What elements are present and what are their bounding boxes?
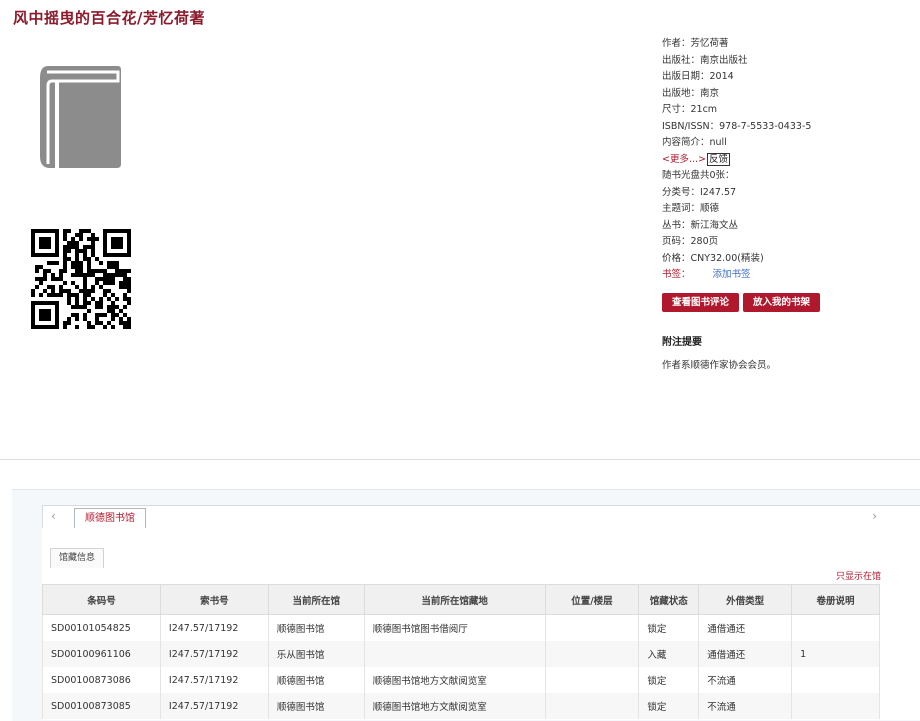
table-cell: 锁定 xyxy=(638,693,700,719)
table-cell: 通借通还 xyxy=(698,614,793,641)
table-cell xyxy=(544,641,640,667)
column-header: 馆藏状态 xyxy=(638,584,700,615)
isbn-field: ISBN/ISSN：978-7-5533-0433-5 xyxy=(662,120,812,132)
pages-field: 页码：280页 xyxy=(662,236,719,247)
bookmark-row: 书签： 添加书签 xyxy=(662,267,912,284)
pub-place-field: 出版地：南京 xyxy=(662,87,720,99)
table-cell: 顺德图书馆地方文献阅览室 xyxy=(363,693,546,719)
series-field: 丛书：新江海文丛 xyxy=(662,219,739,231)
table-cell xyxy=(791,667,880,693)
subject-field: 主题词：顺德 xyxy=(662,203,720,214)
table-cell: 1 xyxy=(791,641,880,667)
qr-code-icon xyxy=(31,229,131,329)
table-cell: 乐从图书馆 xyxy=(267,641,365,667)
table-cell xyxy=(363,641,546,667)
book-icon xyxy=(40,66,121,168)
table-cell: 顺德图书馆 xyxy=(267,614,365,641)
price-field: 价格：CNY32.00(精装) xyxy=(662,252,764,264)
table-cell: 不流通 xyxy=(698,693,793,719)
table-cell: SD00100873086 xyxy=(42,667,161,693)
table-cell: SD00100961106 xyxy=(42,641,161,667)
feedback-button[interactable]: 反馈 xyxy=(706,152,730,166)
column-header: 条码号 xyxy=(42,584,161,615)
table-cell: 入藏 xyxy=(638,641,700,667)
class-no-field: 分类号：I247.57 xyxy=(662,186,737,198)
table-cell: 顺德图书馆 xyxy=(267,667,365,693)
column-header: 索书号 xyxy=(159,584,269,615)
column-header: 卷册说明 xyxy=(791,584,880,615)
table-cell: 不流通 xyxy=(698,667,793,693)
table-cell: 顺德图书馆 xyxy=(267,693,365,719)
table-row: SD00100961106 I247.57/17192 乐从图书馆 入藏 通借通还 1 xyxy=(42,641,880,667)
holdings-table: 条码号 索书号 当前所在馆 当前所在馆藏地 位置/楼层 馆藏状态 外借类型 卷册说明 SD00… xyxy=(42,584,880,719)
library-tab-bar: ‹ 顺德图书馆 › xyxy=(42,505,920,529)
table-cell xyxy=(791,693,880,719)
table-cell: SD00100873085 xyxy=(42,693,161,719)
add-to-shelf-button[interactable]: 放入我的书架 xyxy=(743,293,821,312)
view-reviews-button[interactable]: 查看图书评论 xyxy=(662,293,740,312)
table-cell: SD00101054825 xyxy=(42,614,161,641)
publisher-field: 出版社：南京出版社 xyxy=(662,54,748,66)
table-cell: 通借通还 xyxy=(698,641,793,667)
notes-text: 作者系顺德作家协会会员。 xyxy=(662,360,777,371)
table-cell xyxy=(791,614,880,641)
column-header: 外借类型 xyxy=(698,584,793,615)
pub-date-field: 出版日期：2014 xyxy=(662,71,734,82)
table-cell xyxy=(544,614,640,641)
cd-field: 随书光盘共0张： xyxy=(662,170,735,181)
table-cell: I247.57/17192 xyxy=(159,667,269,693)
book-info: 作者：芳忆荷著 出版社：南京出版社 出版日期：2014 出版地：南京 尺寸：21… xyxy=(662,36,912,284)
tab-holdings-info[interactable]: 馆藏信息 xyxy=(50,548,105,568)
scroll-left-icon[interactable]: ‹ xyxy=(51,509,56,523)
table-cell: I247.57/17192 xyxy=(159,641,269,667)
column-header: 当前所在馆藏地 xyxy=(363,584,546,615)
book-title: 风中摇曳的百合花/芳忆荷著 xyxy=(13,9,205,27)
table-cell: I247.57/17192 xyxy=(159,614,269,641)
author-field: 作者：芳忆荷著 xyxy=(662,38,729,49)
more-link[interactable]: <更多...> xyxy=(662,154,706,165)
table-header: 条码号 索书号 当前所在馆 当前所在馆藏地 位置/楼层 馆藏状态 外借类型 卷册说明 xyxy=(42,584,880,615)
summary-field: 内容简介：null xyxy=(662,137,727,148)
divider xyxy=(0,459,920,460)
column-header: 当前所在馆 xyxy=(267,584,365,615)
table-cell: 锁定 xyxy=(638,667,700,693)
column-header: 位置/楼层 xyxy=(544,584,640,615)
action-buttons: 查看图书评论 放入我的书架 xyxy=(662,290,824,312)
table-cell xyxy=(544,693,640,719)
tab-library[interactable]: 顺德图书馆 xyxy=(74,508,146,528)
show-available-link[interactable]: 只显示在馆 xyxy=(836,569,881,582)
table-row: SD00101054825 I247.57/17192 顺德图书馆 顺德图书馆图书借阅… xyxy=(42,614,880,641)
table-cell: 锁定 xyxy=(638,614,700,641)
table-row: SD00100873085 I247.57/17192 顺德图书馆 顺德图书馆地方文献… xyxy=(42,693,880,719)
table-cell xyxy=(544,667,640,693)
table-cell: 顺德图书馆地方文献阅览室 xyxy=(363,667,546,693)
size-field: 尺寸：21cm xyxy=(662,104,718,115)
table-cell: 顺德图书馆图书借阅厅 xyxy=(363,614,546,641)
notes-title: 附注提要 xyxy=(662,337,702,348)
bookmark-label: 书签： xyxy=(662,269,691,280)
table-row: SD00100873086 I247.57/17192 顺德图书馆 顺德图书馆地方文献… xyxy=(42,667,880,693)
table-cell: I247.57/17192 xyxy=(159,693,269,719)
scroll-right-icon[interactable]: › xyxy=(872,509,877,523)
add-bookmark-link[interactable]: 添加书签 xyxy=(713,269,751,280)
more-row: <更多...> 反馈 xyxy=(662,152,912,169)
